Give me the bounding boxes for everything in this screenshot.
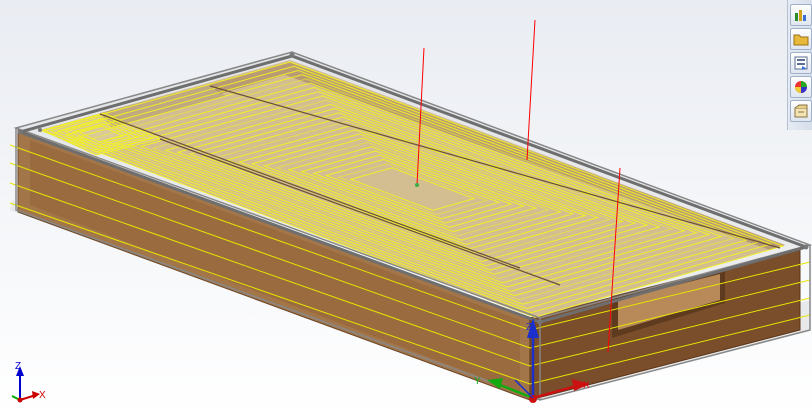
reference-triad: Z X: [11, 361, 46, 403]
appearances-icon: [795, 81, 807, 93]
file-explorer-icon: [794, 56, 808, 70]
triad-x-label: X: [39, 390, 46, 401]
tool-tip-marker: [415, 183, 419, 187]
custom-properties-tab[interactable]: [790, 100, 812, 122]
design-library-tab[interactable]: [790, 28, 812, 50]
origin-z-label: Z: [526, 322, 532, 333]
graphics-area[interactable]: X Y Z Z X: [0, 0, 812, 417]
file-explorer-tab[interactable]: [790, 52, 812, 74]
resources-icon: [795, 10, 806, 21]
resources-tab[interactable]: [790, 4, 812, 26]
origin-x-label: X: [583, 380, 590, 391]
model-view[interactable]: X Y Z: [0, 0, 812, 417]
origin-y-label: Y: [474, 376, 481, 387]
appearances-tab[interactable]: [790, 76, 812, 98]
folder-icon: [793, 34, 809, 46]
task-pane: [787, 0, 812, 130]
custom-properties-icon: [794, 104, 808, 118]
triad-z-label: Z: [15, 361, 21, 372]
